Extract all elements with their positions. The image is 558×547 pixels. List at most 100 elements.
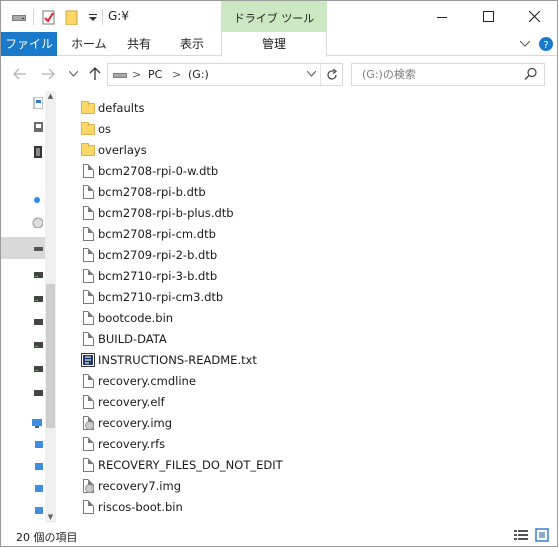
window-title: G:¥ bbox=[108, 9, 129, 23]
file-icon bbox=[80, 268, 96, 284]
drive-icon[interactable] bbox=[31, 387, 43, 399]
tab-file[interactable]: ファイル bbox=[1, 32, 57, 56]
folder-item[interactable]: os bbox=[77, 118, 377, 139]
file-item[interactable]: bcm2708-rpi-b-plus.dtb bbox=[77, 202, 377, 223]
drive-icon[interactable] bbox=[31, 316, 43, 328]
desktop-icon[interactable] bbox=[31, 97, 43, 109]
up-button[interactable] bbox=[86, 65, 104, 83]
file-name: bootcode.bin bbox=[98, 310, 174, 325]
refresh-button[interactable] bbox=[320, 64, 342, 85]
drive-icon[interactable] bbox=[11, 9, 27, 25]
forward-button[interactable] bbox=[39, 65, 57, 83]
minimize-button[interactable] bbox=[419, 1, 465, 32]
file-name: RECOVERY_FILES_DO_NOT_EDIT bbox=[98, 457, 283, 472]
cloud-icon[interactable] bbox=[31, 194, 43, 206]
folder-item[interactable]: overlays bbox=[77, 139, 377, 160]
search-input[interactable] bbox=[352, 64, 522, 85]
file-name: bcm2710-rpi-cm3.dtb bbox=[98, 289, 224, 304]
computer-icon[interactable] bbox=[31, 505, 43, 517]
scroll-down-icon[interactable]: ▼ bbox=[45, 512, 56, 523]
tab-view[interactable]: 表示 bbox=[180, 32, 204, 56]
nav-scrollbar[interactable]: ▲ ▼ bbox=[45, 91, 56, 523]
back-arrow-icon bbox=[13, 68, 26, 80]
file-name: bcm2710-rpi-3-b.dtb bbox=[98, 268, 218, 283]
properties-icon[interactable] bbox=[41, 9, 57, 25]
file-item[interactable]: riscos-boot.bin bbox=[77, 496, 377, 517]
drive-icon[interactable] bbox=[31, 293, 43, 305]
drive-icon[interactable] bbox=[31, 363, 43, 375]
computer-icon[interactable] bbox=[31, 439, 43, 451]
large-icons-view-icon[interactable] bbox=[535, 528, 551, 542]
file-item[interactable]: recovery.rfs bbox=[77, 433, 377, 454]
disk-icon[interactable] bbox=[31, 216, 43, 228]
address-segment-drive[interactable]: (G:) bbox=[188, 68, 209, 81]
search-icon[interactable] bbox=[524, 67, 538, 81]
navigation-row: > PC > (G:) bbox=[1, 57, 557, 91]
file-icon bbox=[80, 457, 96, 473]
file-item[interactable]: recovery.img bbox=[77, 412, 377, 433]
computer-icon[interactable] bbox=[31, 483, 43, 495]
file-name: recovery.elf bbox=[98, 394, 165, 409]
file-item[interactable]: BUILD-DATA bbox=[77, 328, 377, 349]
drive-icon bbox=[113, 73, 127, 78]
close-icon bbox=[528, 11, 540, 22]
file-item[interactable]: recovery7.img bbox=[77, 475, 377, 496]
search-box[interactable] bbox=[351, 63, 545, 86]
file-item[interactable]: bcm2710-rpi-3-b.dtb bbox=[77, 265, 377, 286]
file-name: bcm2708-rpi-0-w.dtb bbox=[98, 163, 219, 178]
navigation-pane bbox=[1, 91, 45, 523]
file-item[interactable]: recovery.cmdline bbox=[77, 370, 377, 391]
address-segment-pc[interactable]: PC bbox=[148, 68, 162, 81]
expand-ribbon-icon[interactable] bbox=[517, 36, 533, 52]
file-name: bcm2708-rpi-cm.dtb bbox=[98, 226, 216, 241]
file-item[interactable]: RECOVERY_FILES_DO_NOT_EDIT bbox=[77, 454, 377, 475]
item-count: 20 個の項目 bbox=[16, 531, 78, 544]
drive-tools-context: ドライブ ツール bbox=[221, 1, 327, 32]
computer-icon[interactable] bbox=[31, 461, 43, 473]
pictures-icon[interactable] bbox=[31, 171, 43, 183]
file-item[interactable]: bcm2708-rpi-cm.dtb bbox=[77, 223, 377, 244]
details-view-icon[interactable] bbox=[513, 528, 529, 542]
back-button[interactable] bbox=[11, 65, 29, 83]
image-file-icon bbox=[80, 415, 96, 431]
file-name: overlays bbox=[98, 142, 147, 157]
help-icon[interactable]: ? bbox=[538, 36, 554, 52]
address-bar[interactable]: > PC > (G:) bbox=[107, 63, 343, 86]
scroll-up-icon[interactable]: ▲ bbox=[45, 91, 56, 102]
tab-share[interactable]: 共有 bbox=[127, 32, 151, 56]
file-icon bbox=[80, 205, 96, 221]
tab-home[interactable]: ホーム bbox=[71, 32, 107, 56]
recent-locations-button[interactable] bbox=[64, 65, 82, 83]
maximize-button[interactable] bbox=[465, 1, 511, 32]
scroll-thumb[interactable] bbox=[46, 284, 55, 428]
file-name: INSTRUCTIONS-README.txt bbox=[98, 352, 257, 367]
close-button[interactable] bbox=[511, 1, 557, 32]
folder-icon bbox=[80, 100, 96, 116]
file-icon bbox=[80, 310, 96, 326]
file-name: BUILD-DATA bbox=[98, 331, 167, 346]
tab-manage[interactable]: 管理 bbox=[221, 32, 327, 57]
file-name: bcm2708-rpi-b.dtb bbox=[98, 184, 206, 199]
file-item[interactable]: INSTRUCTIONS-README.txt bbox=[77, 349, 377, 370]
address-separator: > bbox=[172, 68, 182, 81]
drive-icon[interactable] bbox=[31, 242, 43, 254]
file-icon bbox=[80, 394, 96, 410]
film-icon[interactable] bbox=[31, 146, 43, 158]
new-folder-icon[interactable] bbox=[64, 9, 80, 26]
text-file-icon bbox=[80, 352, 96, 368]
network-icon[interactable] bbox=[31, 417, 43, 429]
address-history-button[interactable] bbox=[304, 67, 318, 81]
file-item[interactable]: recovery.elf bbox=[77, 391, 377, 412]
file-item[interactable]: bcm2709-rpi-2-b.dtb bbox=[77, 244, 377, 265]
file-item[interactable]: bcm2708-rpi-b.dtb bbox=[77, 181, 377, 202]
file-icon bbox=[80, 247, 96, 263]
drive-icon[interactable] bbox=[31, 269, 43, 281]
file-icon bbox=[80, 226, 96, 242]
file-item[interactable]: bcm2708-rpi-0-w.dtb bbox=[77, 160, 377, 181]
drive-icon[interactable] bbox=[31, 339, 43, 351]
folder-item[interactable]: defaults bbox=[77, 97, 377, 118]
file-item[interactable]: bootcode.bin bbox=[77, 307, 377, 328]
file-item[interactable]: bcm2710-rpi-cm3.dtb bbox=[77, 286, 377, 307]
documents-icon[interactable] bbox=[31, 121, 43, 133]
customize-qa-icon[interactable] bbox=[85, 9, 101, 25]
